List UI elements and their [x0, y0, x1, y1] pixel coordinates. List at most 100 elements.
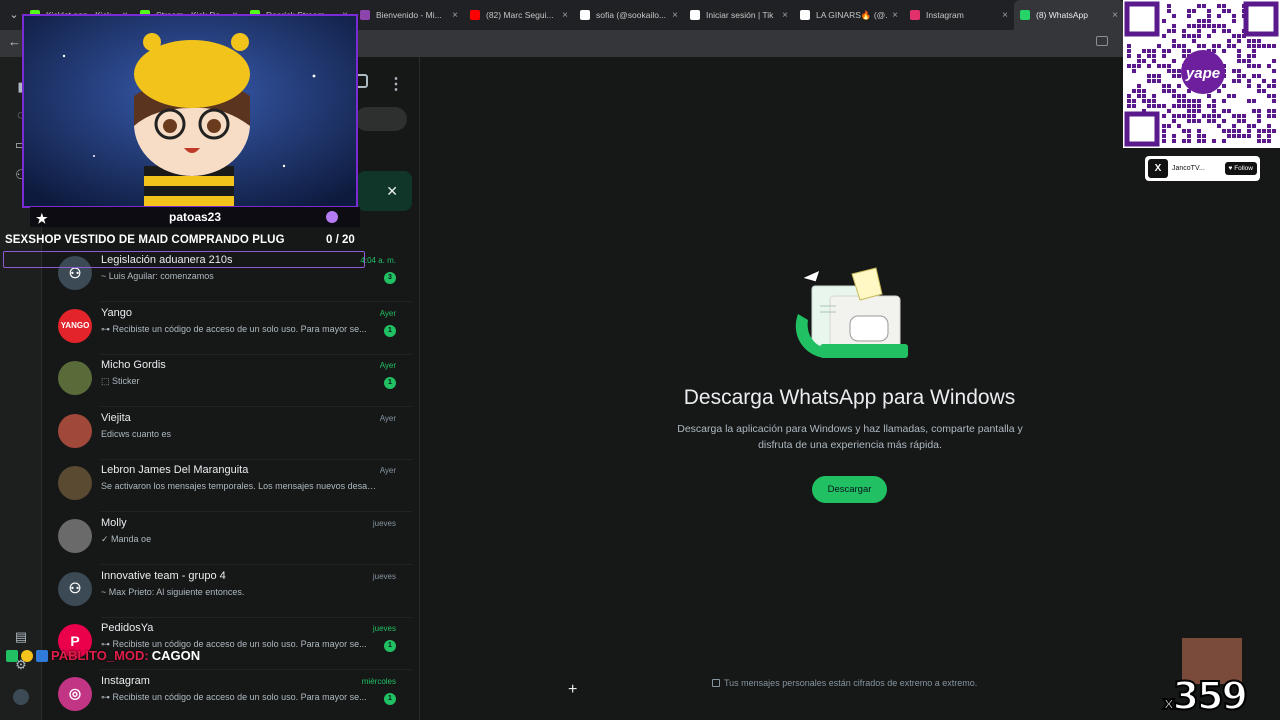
- qr-module: [1257, 139, 1261, 143]
- chat-list-item[interactable]: Micho Gordis ⬚ Sticker Ayer 1: [42, 355, 412, 408]
- follow-button[interactable]: ♥ Follow: [1224, 162, 1257, 175]
- qr-module: [1217, 124, 1221, 128]
- qr-module: [1222, 109, 1226, 113]
- tab-search-menu-icon[interactable]: ⌄: [4, 5, 24, 25]
- qr-module: [1207, 104, 1211, 108]
- browser-tab[interactable]: sofia (@sookailo... ×: [574, 0, 684, 30]
- qr-module: [1182, 99, 1186, 103]
- qr-module: [1147, 74, 1151, 78]
- qr-module: [1237, 114, 1241, 118]
- browser-tab[interactable]: Instagram ×: [904, 0, 1014, 30]
- qr-module: [1232, 34, 1236, 38]
- qr-module: [1132, 99, 1136, 103]
- qr-module: [1237, 54, 1241, 58]
- qr-module: [1187, 104, 1191, 108]
- tab-title: Bienvenido - Mi...: [376, 10, 442, 20]
- tab-close-icon[interactable]: ×: [562, 10, 568, 21]
- banner-close-button[interactable]: ✕: [357, 171, 412, 211]
- qr-module: [1267, 139, 1271, 143]
- kick-logo-icon: [326, 211, 338, 223]
- qr-module: [1137, 89, 1141, 93]
- brand-logo-icon: ◎: [68, 685, 82, 702]
- star-icon: ★: [36, 211, 48, 226]
- qr-module: [1187, 109, 1191, 113]
- qr-module: [1222, 129, 1226, 133]
- qr-module: [1187, 49, 1191, 53]
- chat-list-item[interactable]: Viejita Edicws cuanto es Ayer: [42, 408, 412, 460]
- qr-module: [1167, 89, 1171, 93]
- tab-close-icon[interactable]: ×: [1112, 10, 1118, 21]
- tab-close-icon[interactable]: ×: [672, 10, 678, 21]
- browser-tab[interactable]: (8) WhatsApp ×: [1014, 0, 1124, 30]
- qr-module: [1167, 124, 1171, 128]
- chat-list-item[interactable]: ◎ Instagram ⊶ Recibiste un código de acces…: [42, 671, 412, 720]
- chat-preview: Se activaron los mensajes temporales. Lo…: [101, 481, 381, 492]
- qr-module: [1172, 134, 1176, 138]
- tab-close-icon[interactable]: ×: [782, 10, 788, 21]
- tab-favicon-icon: [910, 10, 920, 20]
- archive-icon[interactable]: ▤: [13, 629, 29, 645]
- browser-tab[interactable]: LA GINARS🔥 (@... ×: [794, 0, 904, 30]
- chat-name: Instagram: [101, 674, 150, 687]
- qr-module: [1127, 49, 1131, 53]
- subscriber-badge-icon: [21, 649, 33, 662]
- qr-module: [1187, 119, 1191, 123]
- tab-close-icon[interactable]: ×: [892, 10, 898, 21]
- qr-module: [1232, 124, 1236, 128]
- qr-module: [1257, 134, 1261, 138]
- qr-module: [1262, 44, 1266, 48]
- qr-module: [1232, 94, 1236, 98]
- tab-close-icon[interactable]: ×: [452, 10, 458, 21]
- browser-tab[interactable]: (82) Marc Segui... ×: [464, 0, 574, 30]
- chat-list-item[interactable]: Lebron James Del Maranguita Se activaron …: [42, 460, 412, 513]
- qr-module: [1247, 134, 1251, 138]
- qr-module: [1197, 104, 1201, 108]
- qr-module: [1237, 59, 1241, 63]
- twitter-follow-card: X JancoTV... ♥ Follow: [1145, 156, 1260, 181]
- chat-name: Lebron James Del Maranguita: [101, 464, 249, 477]
- qr-module: [1152, 99, 1156, 103]
- tab-close-icon[interactable]: ×: [1002, 10, 1008, 21]
- qr-module: [1182, 34, 1186, 38]
- qr-module: [1147, 54, 1151, 58]
- qr-module: [1167, 109, 1171, 113]
- qr-module: [1232, 14, 1236, 18]
- qr-module: [1157, 64, 1161, 68]
- qr-module: [1172, 69, 1176, 73]
- search-input[interactable]: [355, 107, 407, 131]
- qr-module: [1157, 44, 1161, 48]
- qr-module: [1182, 44, 1186, 48]
- qr-module: [1177, 114, 1181, 118]
- chat-time: jueves: [372, 519, 396, 528]
- bee-avatar-image: [24, 16, 356, 206]
- chat-list-item[interactable]: ⚇ Innovative team - grupo 4 ~ Max Prieto: …: [42, 566, 412, 618]
- back-arrow-icon[interactable]: ←: [8, 34, 21, 49]
- qr-module: [1217, 44, 1221, 48]
- chat-list-item[interactable]: Molly ✓ Manda oe jueves: [42, 513, 412, 565]
- qr-module: [1167, 4, 1171, 8]
- qr-module: [1202, 114, 1206, 118]
- qr-module: [1247, 124, 1251, 128]
- picture-in-picture-icon[interactable]: [1096, 36, 1108, 46]
- qr-module: [1202, 4, 1206, 8]
- chat-time: jueves: [372, 624, 396, 634]
- qr-module: [1192, 9, 1196, 13]
- download-button[interactable]: Descargar: [812, 476, 887, 503]
- chat-name: PedidosYa: [101, 622, 154, 635]
- qr-module: [1132, 89, 1136, 93]
- qr-module: [1207, 94, 1211, 98]
- combo-counter: x359: [1162, 674, 1249, 718]
- qr-module: [1187, 34, 1191, 38]
- qr-module: [1182, 104, 1186, 108]
- qr-module: [1132, 64, 1136, 68]
- qr-module: [1212, 24, 1216, 28]
- menu-kebab-icon[interactable]: ⋮: [388, 74, 404, 94]
- qr-module: [1152, 94, 1156, 98]
- browser-tab[interactable]: Iniciar sesión | Tik ×: [684, 0, 794, 30]
- browser-tab[interactable]: Bienvenido - Mi... ×: [354, 0, 464, 30]
- chat-list-item[interactable]: YANGO Yango ⊶ Recibiste un código de acces…: [42, 303, 412, 355]
- qr-module: [1212, 109, 1216, 113]
- qr-module: [1132, 104, 1136, 108]
- profile-avatar[interactable]: [13, 689, 29, 705]
- qr-module: [1267, 64, 1271, 68]
